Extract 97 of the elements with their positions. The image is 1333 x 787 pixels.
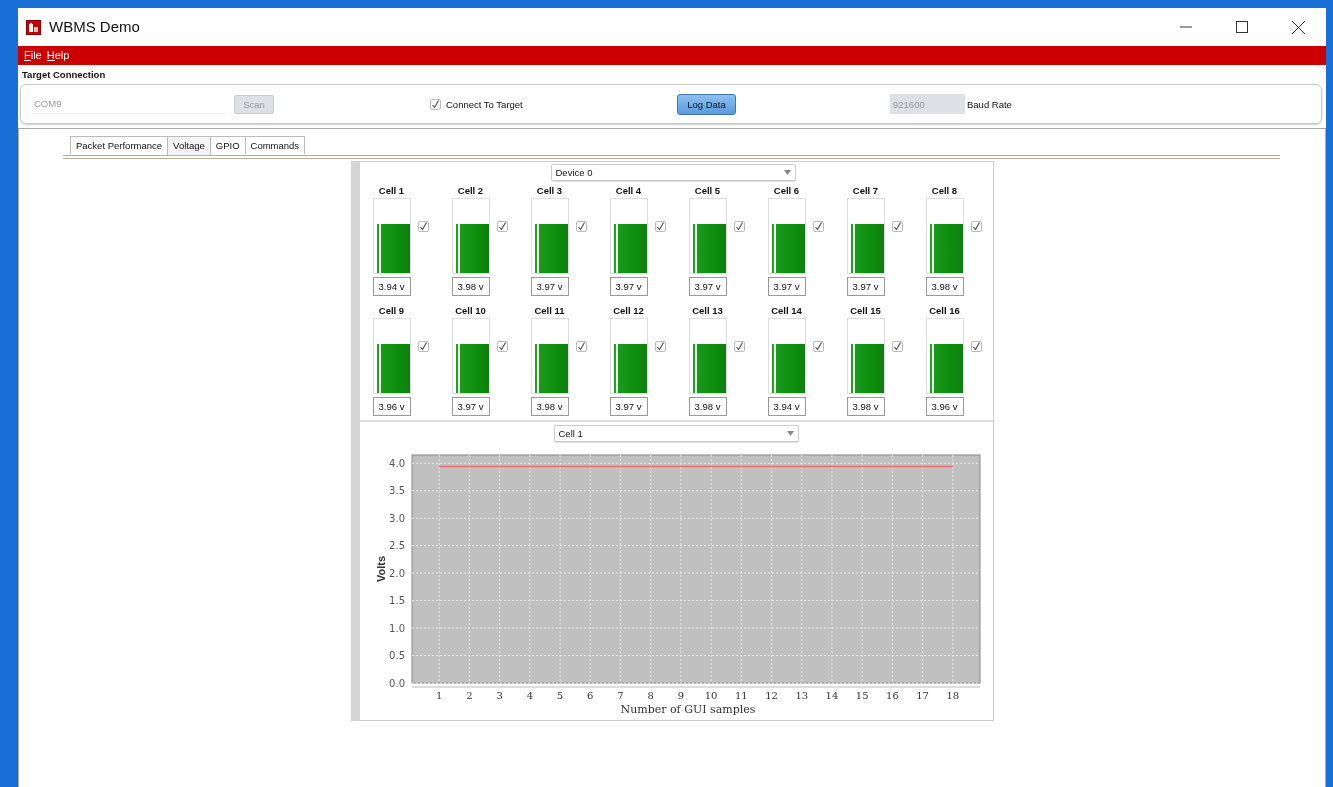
y-tick-label: 1.0 [388,622,405,634]
voltage-reading: 3.98 v [688,397,727,417]
voltage-reading: 3.98 v [925,277,964,297]
tab[interactable]: Voltage [167,136,211,156]
voltage-reading: 3.96 v [372,397,411,417]
cell-checkbox[interactable] [891,221,903,233]
voltage-reading: 3.97 v [609,277,648,297]
x-tick-label: 5 [556,690,563,702]
x-tick-label: 2 [465,690,473,702]
voltage-reading: 3.97 v [530,277,569,297]
x-tick-label: 7 [616,690,624,702]
connect-label: Connect To Target [446,98,523,113]
dropdown-value: Cell 1 [558,426,583,441]
cell-label: Cell 14 [771,304,802,319]
cell-checkbox[interactable] [575,221,587,233]
x-tick-label: 15 [855,690,869,702]
cell-checkbox[interactable] [417,341,429,353]
window-title: WBMS Demo [49,16,140,37]
x-tick-label: 3 [495,690,503,702]
cell-checkbox[interactable] [575,341,587,353]
voltage-reading: 3.96 v [925,397,964,417]
y-tick-label: 2.0 [388,567,405,579]
cell-checkbox[interactable] [970,221,982,233]
cell-checkbox[interactable] [970,341,982,353]
cell-label: Cell 2 [457,184,484,199]
cell-label: Cell 6 [773,184,800,199]
y-tick-label: 0.5 [388,650,405,662]
x-axis-title: Number of GUI samples [620,703,755,717]
connect-checkbox[interactable] [430,99,441,111]
cell-label: Cell 11 [534,304,565,319]
cell-label: Cell 1 [378,184,405,199]
cell-checkbox[interactable] [496,341,508,353]
x-tick-label: 8 [647,690,654,702]
cell-checkbox[interactable] [654,221,666,233]
cell-label: Cell 3 [536,184,563,199]
x-tick-label: 11 [734,690,748,702]
cell-checkbox[interactable] [733,341,745,353]
voltage-reading: 3.97 v [609,397,648,417]
cell-checkbox[interactable] [496,221,508,233]
menu-item[interactable]: File [24,47,42,64]
section-title: Target Connection [21,68,107,82]
cell-label: Cell 9 [378,304,405,319]
x-tick-label: 4 [526,690,533,702]
voltage-reading: 3.94 v [767,397,806,417]
voltage-reading: 3.97 v [451,397,490,417]
x-tick-label: 17 [915,690,929,702]
app-logo-icon [26,19,41,35]
menu-item[interactable]: Help [46,47,70,64]
y-tick-label: 3.0 [388,512,405,524]
x-tick-label: 14 [825,690,838,702]
y-tick-label: 0.0 [388,677,405,689]
cell-label: Cell 7 [852,184,879,199]
y-tick-label: 3.5 [388,485,405,497]
x-tick-label: 13 [794,690,808,702]
y-axis-title: Volts [374,556,387,583]
cell-checkbox[interactable] [891,341,903,353]
cell-label: Cell 10 [455,304,486,319]
device-dropdown[interactable]: Device 0 [550,164,796,182]
caret-icon [783,170,791,176]
cell-checkbox[interactable] [654,341,666,353]
voltage-reading: 3.97 v [767,277,806,297]
voltage-reading: 3.97 v [688,277,727,297]
cell-label: Cell 16 [929,304,960,319]
cell-checkbox[interactable] [812,341,824,353]
x-tick-label: 16 [885,690,899,702]
cell-label: Cell 12 [613,304,644,319]
cell-dropdown[interactable]: Cell 1 [553,425,799,443]
x-tick-label: 12 [764,690,778,702]
x-tick-label: 9 [677,690,684,702]
voltage-reading: 3.98 v [451,277,490,297]
x-tick-label: 10 [704,690,717,702]
cell-label: Cell 15 [850,304,881,319]
baud-rate-label: Baud Rate [967,98,1012,113]
maximize-icon [1236,21,1248,33]
x-tick-label: 1 [435,690,442,702]
tab[interactable]: Packet Performance [70,136,169,155]
cell-checkbox[interactable] [733,221,745,233]
log-data-button[interactable]: Log Data [677,94,736,116]
cell-label: Cell 5 [694,184,721,199]
cell-label: Cell 13 [692,304,723,319]
y-tick-label: 4.0 [388,458,405,469]
voltage-reading: 3.98 v [530,397,569,417]
voltage-reading: 3.97 v [846,277,885,297]
voltage-reading: 3.98 v [846,397,885,417]
close-icon [1291,20,1305,34]
cell-label: Cell 4 [615,184,642,199]
dropdown-value: Device 0 [555,165,593,180]
tab[interactable]: Commands [244,136,306,155]
cell-label: Cell 8 [931,184,958,199]
y-tick-label: 2.5 [388,540,405,552]
y-tick-label: 1.5 [388,595,405,607]
caret-icon [786,431,794,437]
x-tick-label: 18 [945,690,959,702]
cell-checkbox[interactable] [417,221,429,233]
voltage-reading: 3.94 v [372,277,411,297]
x-tick-label: 6 [586,690,593,702]
cell-checkbox[interactable] [812,221,824,233]
